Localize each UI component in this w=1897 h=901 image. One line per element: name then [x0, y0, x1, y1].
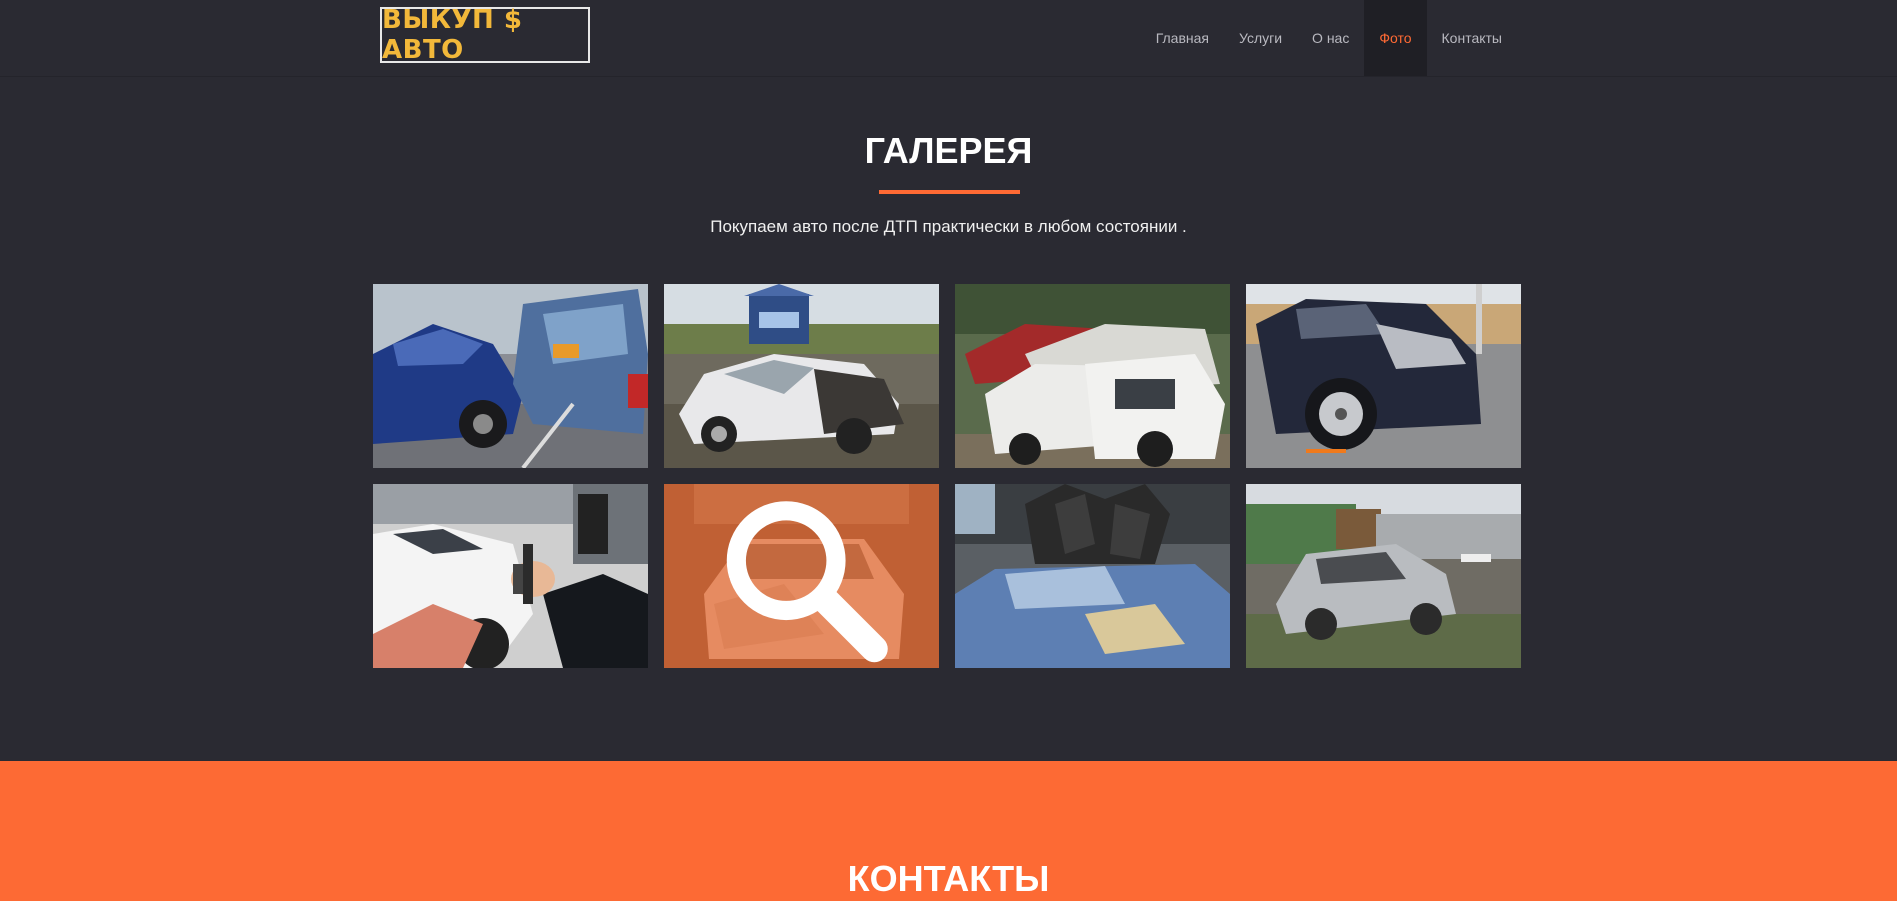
burned-car-wreck-photo	[1246, 484, 1521, 668]
gallery-photo-7[interactable]	[955, 484, 1230, 668]
damaged-dark-suv-photo	[1246, 284, 1521, 468]
contacts-title: КОНТАКТЫ	[847, 858, 1050, 899]
nav-item-services[interactable]: Услуги	[1224, 0, 1297, 76]
crashed-blue-cars-photo	[373, 284, 648, 468]
nav-item-contacts[interactable]: Контакты	[1427, 0, 1517, 76]
hover-overlay	[664, 484, 939, 668]
gallery-photo-8[interactable]	[1246, 484, 1521, 668]
gallery-subtitle: Покупаем авто после ДТП практически в лю…	[710, 217, 1187, 236]
gallery-photo-3[interactable]	[955, 284, 1230, 468]
main-menu: Главная Услуги О нас Фото Контакты	[1141, 0, 1517, 76]
keys-and-cash-photo	[373, 484, 648, 668]
site-logo[interactable]: ВЫКУП $ АВТО	[380, 5, 590, 65]
gallery-title: ГАЛЕРЕЯ	[864, 130, 1033, 171]
gallery-photo-6[interactable]	[664, 484, 939, 668]
nav-item-home[interactable]: Главная	[1141, 0, 1224, 76]
car-junkyard-photo	[955, 284, 1230, 468]
gallery-photo-4[interactable]	[1246, 284, 1521, 468]
nav-item-about[interactable]: О нас	[1297, 0, 1364, 76]
gallery-photo-5[interactable]	[373, 484, 648, 668]
magnifier-icon[interactable]	[664, 484, 939, 668]
wrecked-white-car-photo	[664, 284, 939, 468]
nav-item-photo[interactable]: Фото	[1364, 0, 1427, 76]
car-crusher-claw-photo	[955, 484, 1230, 668]
top-navbar: ВЫКУП $ АВТО Главная Услуги О нас Фото К…	[0, 0, 1897, 77]
gallery-photo-1[interactable]	[373, 284, 648, 468]
gallery-photo-2[interactable]	[664, 284, 939, 468]
title-underline	[879, 190, 1020, 194]
